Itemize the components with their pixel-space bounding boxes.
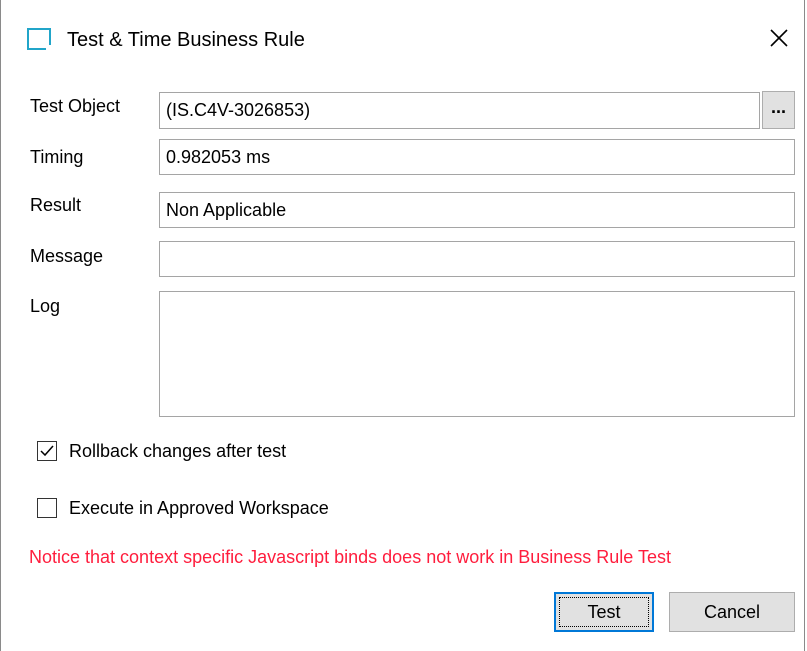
log-label: Log — [30, 296, 61, 316]
message-label: Message — [30, 246, 104, 266]
result-label: Result — [30, 195, 82, 215]
message-field[interactable] — [159, 241, 795, 277]
timing-label: Timing — [30, 147, 84, 167]
test-object-label: Test Object — [30, 96, 121, 116]
log-textarea[interactable] — [159, 291, 795, 417]
rollback-checkbox[interactable] — [37, 441, 57, 461]
notice-text: Notice that context specific Javascript … — [29, 547, 671, 567]
app-icon — [27, 28, 52, 51]
timing-field[interactable]: 0.982053 ms — [159, 139, 795, 175]
focus-ring — [559, 597, 649, 627]
window-title: Test & Time Business Rule — [67, 29, 305, 51]
close-icon — [770, 29, 788, 47]
test-time-business-rule-dialog: Test & Time Business Rule Test Object (I… — [0, 0, 805, 651]
approved-workspace-checkbox[interactable] — [37, 498, 57, 518]
cancel-button[interactable]: Cancel — [669, 592, 795, 632]
result-field[interactable]: Non Applicable — [159, 192, 795, 228]
browse-button[interactable]: ... — [762, 91, 795, 129]
close-button[interactable] — [761, 20, 797, 56]
test-button[interactable]: Test — [554, 592, 654, 632]
rollback-label[interactable]: Rollback changes after test — [69, 439, 286, 463]
checkmark-icon — [40, 445, 54, 457]
test-object-field[interactable]: (IS.C4V-3026853) — [159, 92, 760, 129]
approved-workspace-label[interactable]: Execute in Approved Workspace — [69, 496, 329, 520]
title-bar: Test & Time Business Rule — [1, 0, 806, 76]
